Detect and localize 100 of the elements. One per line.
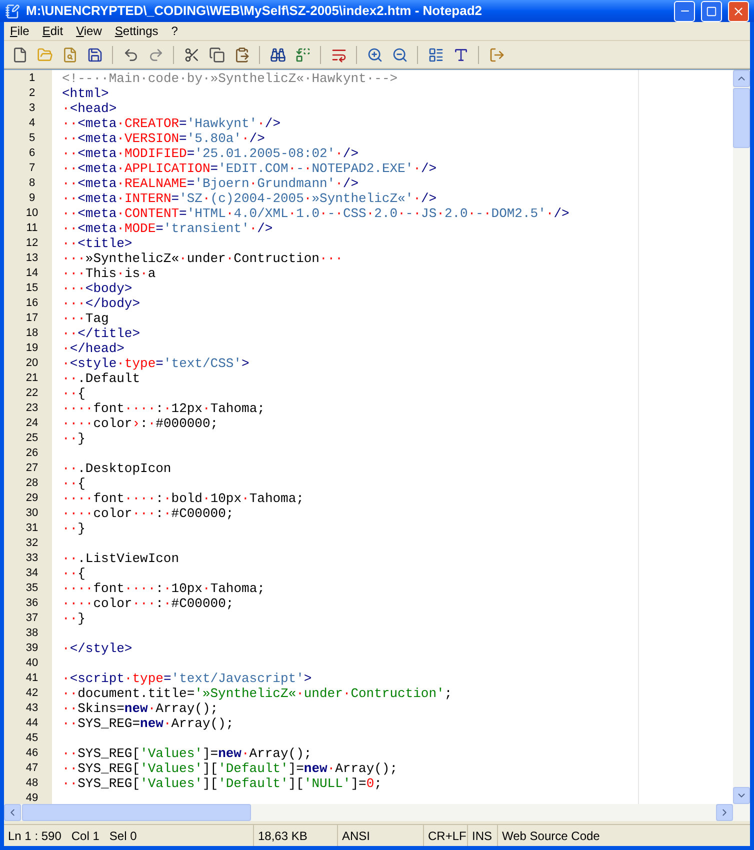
code-line: ···This·is·a — [62, 266, 156, 281]
line-number: 8 — [28, 177, 36, 189]
menu-item[interactable]: Settings — [114, 22, 158, 40]
line-number: 26 — [26, 447, 38, 459]
code-line: ····font····:·10px·Tahoma; — [62, 581, 265, 596]
status-text: Web Source Code — [502, 828, 600, 844]
line-number: 49 — [26, 792, 38, 804]
code-line: ··<meta·APPLICATION='EDIT.COM·-·NOTEPAD2.EXE'·/> — [62, 161, 437, 176]
line-number: 38 — [26, 627, 38, 639]
menu-item[interactable]: Edit — [42, 22, 64, 40]
code-line: ····font····:·bold·10px·Tahoma; — [62, 491, 304, 506]
code-line: ·</style> — [62, 641, 132, 656]
line-number: 22 — [26, 387, 38, 399]
find-icon — [270, 46, 286, 62]
line-number: 2 — [28, 87, 36, 99]
line-number: 5 — [28, 132, 36, 144]
line-number: 44 — [26, 717, 38, 729]
line-number: 33 — [26, 552, 38, 564]
menu-item[interactable]: ? — [171, 22, 178, 40]
code-line: ··} — [62, 431, 86, 446]
status-text: Ln 1 : 590 — [8, 828, 62, 844]
code-line: ··<meta·CONTENT='HTML·4.0/XML·1.0·-·CSS·2.0·-·JS·2.0·-·DOM2.5'·/> — [62, 206, 570, 221]
code-line: ··<title> — [62, 236, 132, 251]
line-number: 19 — [26, 342, 38, 354]
file-search-icon — [62, 46, 78, 62]
menu-item[interactable]: View — [76, 22, 102, 40]
line-number: 40 — [26, 657, 38, 669]
code-line: ··{ — [62, 386, 86, 401]
vertical-scrollbar[interactable] — [733, 70, 750, 804]
code-line: ····color···:·#C00000; — [62, 596, 234, 611]
line-number: 17 — [26, 312, 38, 324]
scroll-down-button[interactable] — [733, 787, 750, 804]
replace-icon — [294, 46, 310, 62]
status-text: INS — [472, 828, 492, 844]
line-number: 18 — [26, 327, 38, 339]
code-line: ··.Default — [62, 371, 140, 386]
code-line: ····color···:·#C00000; — [62, 506, 234, 521]
minimize-button[interactable] — [674, 0, 695, 22]
code-line: ···<body> — [62, 281, 132, 296]
line-number: 14 — [26, 267, 38, 279]
code-line: <html> — [62, 86, 109, 101]
line-number: 35 — [26, 582, 38, 594]
line-number: 34 — [26, 567, 38, 579]
line-number: 36 — [26, 597, 38, 609]
line-number: 20 — [26, 357, 38, 369]
line-number: 30 — [26, 507, 38, 519]
scroll-thumb[interactable] — [22, 804, 251, 821]
line-number: 25 — [26, 432, 38, 444]
line-number: 21 — [26, 372, 38, 384]
scroll-left-button[interactable] — [4, 804, 21, 821]
word-wrap-icon — [330, 46, 346, 62]
code-line: ··SYS_REG['Values']['Default']['NULL']=0; — [62, 776, 382, 791]
line-number: 29 — [26, 492, 38, 504]
window-title: M:\UNENCRYPTED\_CODING\WEB\MySelf\SZ-2005\index2.htm - Notepad2 — [26, 2, 484, 20]
scroll-right-button[interactable] — [716, 804, 733, 821]
code-line: ··<meta·INTERN='SZ·(c)2004-2005·»SynthelicZ«'·/> — [62, 191, 437, 206]
open-folder-icon — [36, 46, 52, 62]
maximize-icon — [706, 6, 717, 16]
code-line: ··SYS_REG=new·Array(); — [62, 716, 234, 731]
line-number: 9 — [28, 192, 36, 204]
line-number: 16 — [26, 297, 38, 309]
status-text: CR+LF — [428, 828, 466, 844]
save-icon — [86, 46, 102, 62]
code-line: ···»SynthelicZ«·under·Contruction··· — [62, 251, 343, 266]
redo-icon — [148, 46, 164, 62]
code-line: ··<meta·REALNAME='Bjoern·Grundmann'·/> — [62, 176, 359, 191]
line-number: 1 — [28, 72, 36, 84]
code-line: ··SYS_REG['Values']=new·Array(); — [62, 746, 312, 761]
maximize-button[interactable] — [701, 0, 722, 22]
line-number: 12 — [26, 237, 38, 249]
line-number: 11 — [26, 222, 38, 234]
copy-icon — [208, 46, 224, 62]
line-number: 37 — [26, 612, 38, 624]
code-line: <!--··Main·code·by·»SynthelicZ«·Hawkynt·--> — [62, 71, 398, 86]
code-line: ·<head> — [62, 101, 117, 116]
horizontal-scrollbar[interactable] — [4, 804, 750, 821]
paste-icon — [234, 46, 250, 62]
code-line: ··} — [62, 521, 86, 536]
line-number: 27 — [26, 462, 38, 474]
code-line: ·<script·type='text/Javascript'> — [62, 671, 312, 686]
code-line: ····font····:·12px·Tahoma; — [62, 401, 265, 416]
line-number: 6 — [28, 147, 36, 159]
zoom-out-icon — [392, 46, 408, 62]
undo-icon — [122, 46, 138, 62]
code-line: ····color›:·#000000; — [62, 416, 218, 431]
code-line: ··{ — [62, 476, 86, 491]
cut-icon — [184, 46, 200, 62]
line-number: 10 — [26, 207, 38, 219]
code-line: ··<meta·VERSION='5.80a'·/> — [62, 131, 265, 146]
line-number: 39 — [26, 642, 38, 654]
new-file-icon — [12, 46, 28, 62]
code-line: ··Skins=new·Array(); — [62, 701, 218, 716]
scroll-up-button[interactable] — [733, 70, 750, 87]
code-line: ··<meta·MODE='transient'·/> — [62, 221, 273, 236]
menu-item[interactable]: File — [10, 22, 30, 40]
line-number: 31 — [26, 522, 38, 534]
code-line: ·</head> — [62, 341, 124, 356]
scroll-thumb[interactable] — [733, 88, 750, 148]
close-button[interactable] — [728, 0, 749, 22]
code-line: ··document.title='»SynthelicZ«·under·Contruction'; — [62, 686, 452, 701]
